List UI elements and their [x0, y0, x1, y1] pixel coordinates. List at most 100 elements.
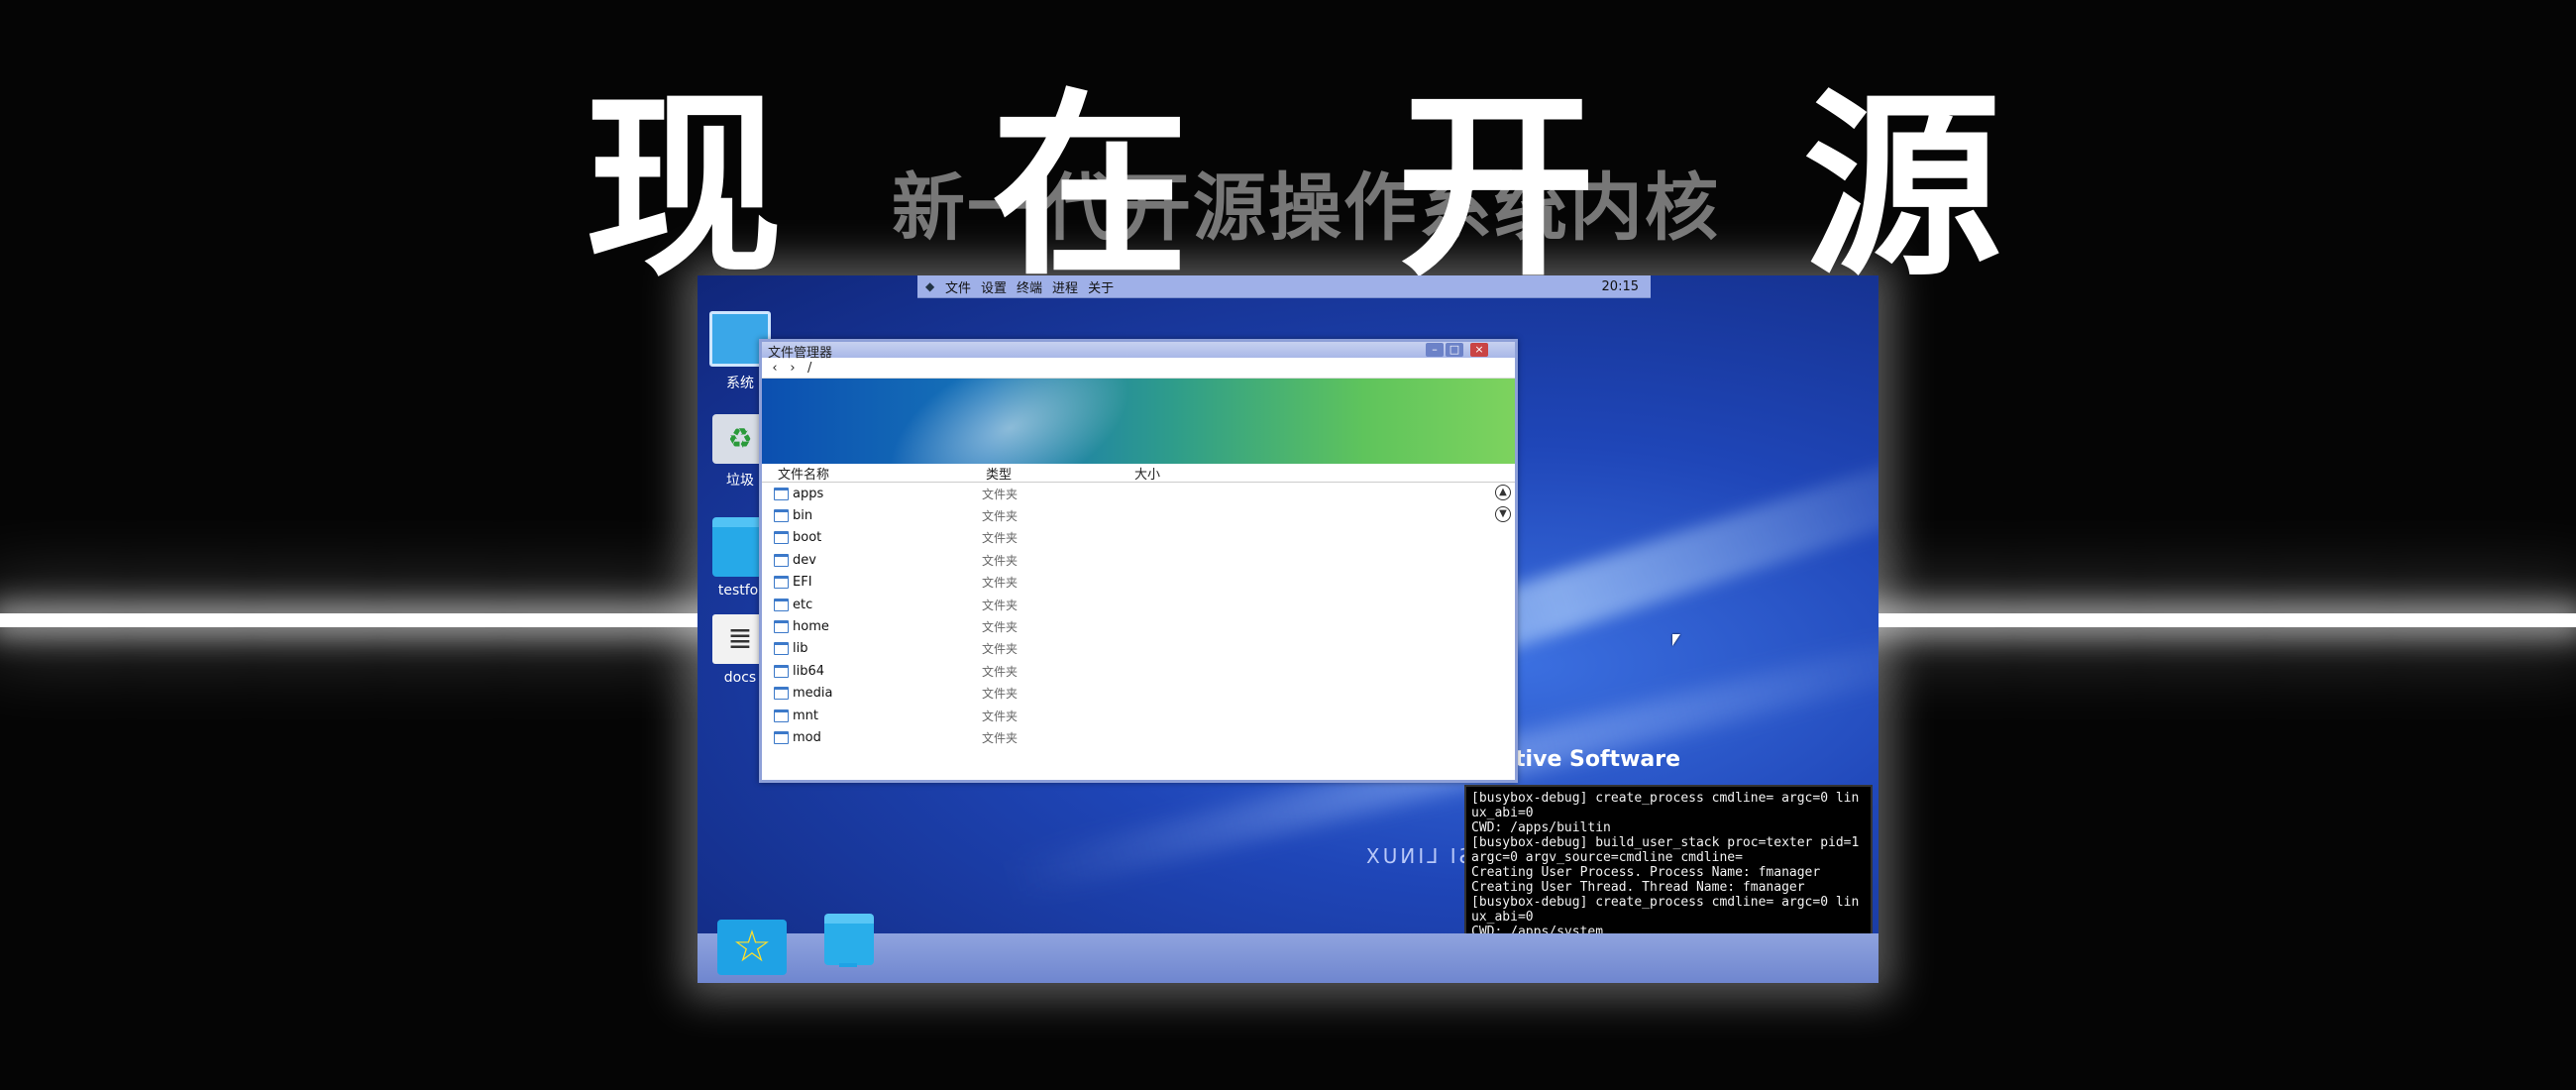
- file-name: lib64: [793, 663, 825, 679]
- file-name: boot: [793, 530, 822, 546]
- path-field[interactable]: /: [807, 361, 811, 376]
- desktop-screen: ctive Software XINGSI LINUX ◆ 文件 设置 终端 进…: [698, 275, 1878, 983]
- file-row[interactable]: apps 文件夹: [762, 483, 1515, 504]
- file-name: EFI: [793, 575, 812, 591]
- star-icon: ☆: [732, 922, 772, 972]
- folder-icon: [774, 553, 789, 567]
- terminal-line: Creating User Process. Process Name: fma…: [1471, 865, 1821, 880]
- close-button[interactable]: ×: [1470, 343, 1488, 357]
- taskbar-active-indicator: [839, 963, 857, 967]
- taskbar: ☆: [698, 914, 1878, 983]
- column-header-size[interactable]: 大小: [1134, 464, 1160, 483]
- file-type: 文件夹: [982, 642, 1019, 657]
- file-type: 文件夹: [982, 664, 1019, 679]
- file-type: 文件夹: [982, 576, 1019, 591]
- file-type: 文件夹: [982, 553, 1019, 568]
- desktop-icon-label: docs: [723, 670, 757, 686]
- menu-item-process[interactable]: 进程: [1052, 277, 1078, 296]
- desktop-icon-label: 垃圾: [726, 473, 754, 489]
- file-name-cell: mod: [762, 730, 982, 745]
- file-row[interactable]: lib 文件夹: [762, 638, 1515, 660]
- scroll-down-button[interactable]: ▼: [1495, 506, 1511, 522]
- file-name: bin: [793, 508, 813, 524]
- wallpaper-brand-text: ctive Software: [1502, 747, 1681, 772]
- folder-icon: [774, 576, 789, 590]
- column-header-type[interactable]: 类型: [986, 464, 1134, 483]
- terminal-line: Creating User Thread. Thread Name: fmana…: [1471, 880, 1805, 895]
- file-row[interactable]: media 文件夹: [762, 683, 1515, 705]
- file-name: mnt: [793, 708, 818, 723]
- file-manager-banner: [762, 379, 1515, 464]
- file-row[interactable]: lib64 文件夹: [762, 660, 1515, 682]
- file-name-cell: lib64: [762, 664, 982, 679]
- file-type: 文件夹: [982, 509, 1019, 524]
- start-menu-button[interactable]: ☆: [717, 920, 787, 975]
- terminal-line: [busybox-debug] create_process cmdline= …: [1471, 895, 1860, 925]
- file-type: 文件夹: [982, 708, 1019, 723]
- file-name-cell: media: [762, 686, 982, 701]
- file-name: lib: [793, 641, 808, 657]
- scroll-up-button[interactable]: ▲: [1495, 485, 1511, 500]
- folder-icon: [774, 687, 789, 701]
- banner-char-3: 开: [1397, 72, 1596, 303]
- window-title: 文件管理器: [768, 346, 833, 361]
- file-name: apps: [793, 486, 824, 501]
- file-row[interactable]: boot 文件夹: [762, 527, 1515, 549]
- file-name-cell: apps: [762, 487, 982, 501]
- file-manager-toolbar: ‹ › /: [762, 358, 1515, 379]
- file-type: 文件夹: [982, 598, 1019, 612]
- folder-icon: [774, 620, 789, 634]
- forward-arrow-icon[interactable]: ›: [784, 361, 802, 376]
- file-row[interactable]: dev 文件夹: [762, 549, 1515, 571]
- file-name-cell: EFI: [762, 575, 982, 590]
- menu-item-terminal[interactable]: 终端: [1017, 277, 1042, 296]
- file-name-cell: mnt: [762, 708, 982, 723]
- file-row[interactable]: mnt 文件夹: [762, 705, 1515, 726]
- file-name-cell: home: [762, 619, 982, 634]
- file-row[interactable]: mod 文件夹: [762, 726, 1515, 748]
- file-manager-window: 文件管理器 – □ × ‹ › / 文件名称 类型 大小 ▲ ▼ apps 文件夹…: [759, 339, 1518, 783]
- top-menubar: ◆ 文件 设置 终端 进程 关于 20:15: [917, 275, 1651, 298]
- menu-item-file[interactable]: 文件: [945, 277, 971, 296]
- file-row[interactable]: EFI 文件夹: [762, 572, 1515, 594]
- file-row[interactable]: home 文件夹: [762, 615, 1515, 637]
- window-titlebar[interactable]: 文件管理器 – □ ×: [762, 342, 1515, 361]
- minimize-button[interactable]: –: [1426, 343, 1444, 357]
- terminal-line: CWD: /apps/builtin: [1471, 820, 1611, 835]
- folder-icon: [774, 664, 789, 678]
- file-type: 文件夹: [982, 531, 1019, 546]
- file-row[interactable]: bin 文件夹: [762, 504, 1515, 526]
- file-name-cell: etc: [762, 598, 982, 612]
- folder-icon: [774, 487, 789, 500]
- file-type: 文件夹: [982, 730, 1019, 745]
- file-list-header: 文件名称 类型 大小: [762, 464, 1515, 483]
- menu-item-about[interactable]: 关于: [1088, 277, 1114, 296]
- file-row[interactable]: etc 文件夹: [762, 594, 1515, 615]
- file-name-cell: dev: [762, 553, 982, 568]
- file-name: media: [793, 686, 833, 702]
- file-type: 文件夹: [982, 487, 1019, 501]
- file-type: 文件夹: [982, 620, 1019, 635]
- file-name: dev: [793, 552, 816, 568]
- terminal-line: [busybox-debug] create_process cmdline= …: [1471, 791, 1860, 820]
- terminal-line: [busybox-debug] build_user_stack proc=te…: [1471, 835, 1868, 865]
- maximize-button[interactable]: □: [1446, 343, 1463, 357]
- app-logo-icon[interactable]: ◆: [925, 279, 939, 293]
- folder-icon: [774, 598, 789, 611]
- folder-icon: [774, 730, 789, 744]
- folder-icon: [774, 642, 789, 656]
- column-header-name[interactable]: 文件名称: [762, 464, 986, 483]
- mouse-cursor-icon: [1672, 634, 1680, 646]
- banner-char-1: 现: [585, 72, 784, 303]
- file-type: 文件夹: [982, 687, 1019, 702]
- desktop-icon-label: 系统: [726, 376, 754, 391]
- desktop-icon-label: testfol: [717, 583, 763, 599]
- file-name: etc: [793, 597, 813, 612]
- file-name-cell: lib: [762, 641, 982, 656]
- banner-char-2: 在: [991, 72, 1190, 303]
- back-arrow-icon[interactable]: ‹: [766, 361, 784, 376]
- banner-char-4: 源: [1803, 72, 2002, 303]
- taskbar-file-manager-folder-icon[interactable]: [824, 914, 874, 965]
- menu-item-settings[interactable]: 设置: [981, 277, 1007, 296]
- menubar-clock: 20:15: [1601, 278, 1639, 294]
